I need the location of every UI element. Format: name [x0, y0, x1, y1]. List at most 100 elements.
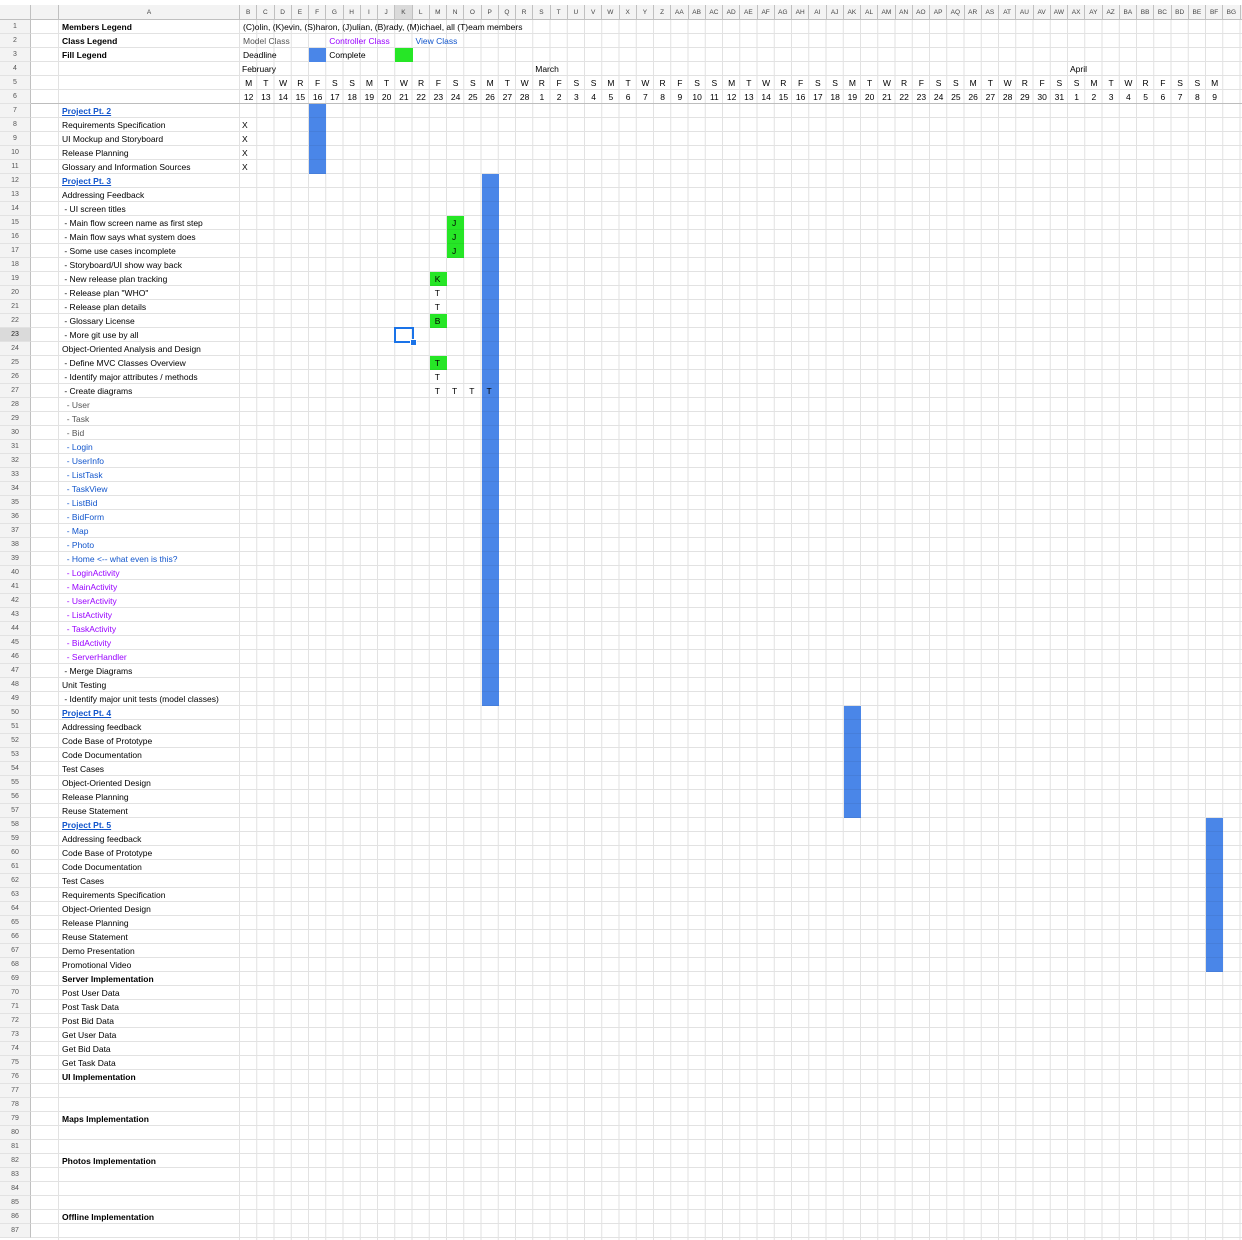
day-cell[interactable]: 19 — [361, 90, 378, 104]
task-name[interactable]: - Merge Diagrams — [62, 664, 132, 678]
class-legend-label[interactable]: Class Legend — [62, 34, 117, 48]
row-header-15[interactable]: 15 — [0, 216, 31, 230]
day-cell[interactable]: 21 — [395, 90, 412, 104]
task-name[interactable]: - LoginActivity — [62, 566, 120, 580]
row-header-51[interactable]: 51 — [0, 720, 31, 734]
row-header-37[interactable]: 37 — [0, 524, 31, 538]
weekday-cell[interactable]: W — [1120, 76, 1137, 90]
day-cell[interactable]: 30 — [1034, 90, 1051, 104]
task-name[interactable]: Code Documentation — [62, 860, 142, 874]
day-cell[interactable]: 7 — [1172, 90, 1189, 104]
row-header-4[interactable]: 4 — [0, 62, 31, 76]
row-header-46[interactable]: 46 — [0, 650, 31, 664]
row-header-74[interactable]: 74 — [0, 1042, 31, 1056]
weekday-cell[interactable]: S — [706, 76, 723, 90]
day-cell[interactable]: 12 — [723, 90, 740, 104]
task-name[interactable]: - UI screen titles — [62, 202, 125, 216]
column-header-e[interactable]: E — [291, 5, 309, 20]
member-mark[interactable]: T — [435, 300, 440, 314]
weekday-cell[interactable]: R — [896, 76, 913, 90]
weekday-cell[interactable]: T — [499, 76, 516, 90]
weekday-cell[interactable]: M — [602, 76, 619, 90]
row-header-40[interactable]: 40 — [0, 566, 31, 580]
row-header-27[interactable]: 27 — [0, 384, 31, 398]
row-header-8[interactable]: 8 — [0, 118, 31, 132]
day-cell[interactable]: 17 — [809, 90, 826, 104]
day-cell[interactable]: 10 — [689, 90, 706, 104]
row-header-62[interactable]: 62 — [0, 874, 31, 888]
row-header-47[interactable]: 47 — [0, 664, 31, 678]
controller-class-legend[interactable]: Controller Class — [329, 34, 389, 48]
row-header-20[interactable]: 20 — [0, 286, 31, 300]
column-header-az[interactable]: AZ — [1102, 5, 1120, 20]
row-header-12[interactable]: 12 — [0, 174, 31, 188]
project-link[interactable]: Project Pt. 2 — [62, 104, 111, 118]
weekday-cell[interactable]: R — [775, 76, 792, 90]
weekday-cell[interactable]: R — [292, 76, 309, 90]
weekday-cell[interactable]: M — [844, 76, 861, 90]
column-header-x[interactable]: X — [619, 5, 637, 20]
task-name[interactable]: Addressing feedback — [62, 832, 141, 846]
weekday-cell[interactable]: T — [620, 76, 637, 90]
task-name[interactable]: Photos Implementation — [62, 1154, 156, 1168]
column-header-aj[interactable]: AJ — [826, 5, 844, 20]
row-header-26[interactable]: 26 — [0, 370, 31, 384]
row-header-34[interactable]: 34 — [0, 482, 31, 496]
task-name[interactable]: Release Planning — [62, 790, 129, 804]
column-header-au[interactable]: AU — [1016, 5, 1034, 20]
day-cell[interactable]: 13 — [257, 90, 274, 104]
column-header-i[interactable]: I — [360, 5, 378, 20]
row-header-53[interactable]: 53 — [0, 748, 31, 762]
task-name[interactable]: - Main flow says what system does — [62, 230, 195, 244]
day-cell[interactable]: 23 — [430, 90, 447, 104]
row-header-13[interactable]: 13 — [0, 188, 31, 202]
project-link[interactable]: Project Pt. 4 — [62, 706, 111, 720]
weekday-cell[interactable]: F — [551, 76, 568, 90]
day-cell[interactable]: 1 — [533, 90, 550, 104]
day-cell[interactable]: 7 — [637, 90, 654, 104]
row-header-35[interactable]: 35 — [0, 496, 31, 510]
task-name[interactable]: - Storyboard/UI show way back — [62, 258, 182, 272]
task-name[interactable]: - Identify major unit tests (model class… — [62, 692, 218, 706]
weekday-cell[interactable]: S — [689, 76, 706, 90]
column-header-ab[interactable]: AB — [688, 5, 706, 20]
row-header-31[interactable]: 31 — [0, 440, 31, 454]
task-name[interactable]: Post User Data — [62, 986, 120, 1000]
column-header-f[interactable]: F — [309, 5, 327, 20]
select-all-corner[interactable] — [0, 5, 31, 20]
day-cell[interactable]: 1 — [1068, 90, 1085, 104]
day-cell[interactable]: 4 — [1120, 90, 1137, 104]
row-header-54[interactable]: 54 — [0, 762, 31, 776]
weekday-cell[interactable]: S — [930, 76, 947, 90]
row-header-1[interactable]: 1 — [0, 20, 31, 34]
column-header-at[interactable]: AT — [999, 5, 1017, 20]
column-header-a[interactable]: A — [59, 5, 240, 20]
column-header-o[interactable]: O — [464, 5, 482, 20]
column-header-ah[interactable]: AH — [792, 5, 810, 20]
column-header-s[interactable]: S — [533, 5, 551, 20]
weekday-cell[interactable]: S — [344, 76, 361, 90]
task-name[interactable]: - Define MVC Classes Overview — [62, 356, 185, 370]
day-cell[interactable]: 6 — [1154, 90, 1171, 104]
project-link[interactable]: Project Pt. 5 — [62, 818, 111, 832]
row-header-43[interactable]: 43 — [0, 608, 31, 622]
task-name[interactable]: Unit Testing — [62, 678, 106, 692]
row-header-5[interactable]: 5 — [0, 76, 31, 90]
column-header-aq[interactable]: AQ — [947, 5, 965, 20]
members-legend-label[interactable]: Members Legend — [62, 20, 132, 34]
day-cell[interactable]: 24 — [930, 90, 947, 104]
weekday-cell[interactable]: W — [999, 76, 1016, 90]
column-header-bg[interactable]: BG — [1223, 5, 1241, 20]
task-name[interactable]: Demo Presentation — [62, 944, 135, 958]
task-name[interactable]: Reuse Statement — [62, 804, 128, 818]
row-header-22[interactable]: 22 — [0, 314, 31, 328]
column-header-v[interactable]: V — [585, 5, 603, 20]
column-header-ak[interactable]: AK — [843, 5, 861, 20]
task-name[interactable]: - Home <-- what even is this? — [62, 552, 178, 566]
day-cell[interactable]: 23 — [913, 90, 930, 104]
day-cell[interactable]: 5 — [602, 90, 619, 104]
column-header-u[interactable]: U — [567, 5, 585, 20]
task-name[interactable]: Promotional Video — [62, 958, 131, 972]
column-header-z[interactable]: Z — [654, 5, 672, 20]
task-name[interactable]: Maps Implementation — [62, 1112, 149, 1126]
